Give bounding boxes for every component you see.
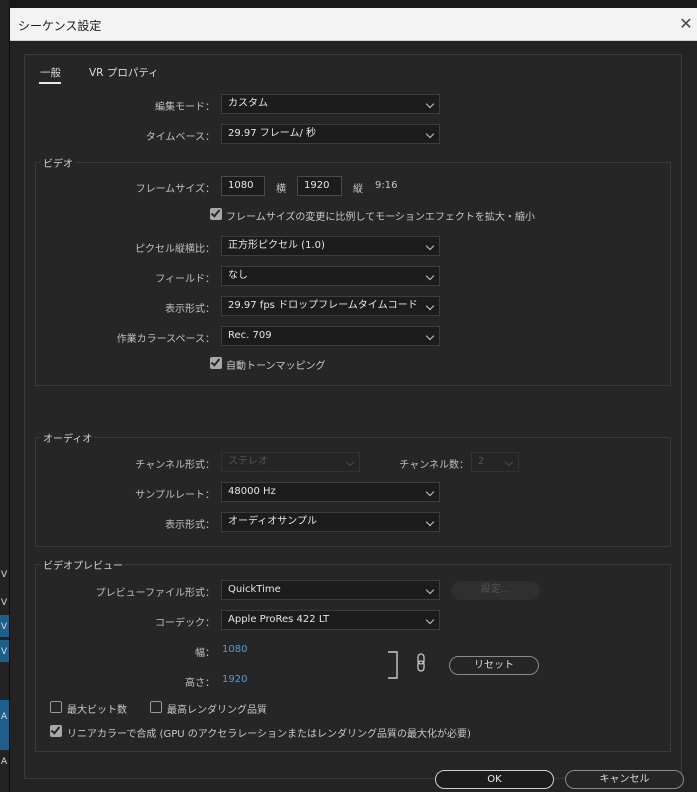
preview-height-value[interactable]: 1920 (222, 674, 247, 685)
sample-rate-value: 48000 Hz (228, 486, 276, 497)
chevron-down-icon (425, 585, 435, 595)
tab-general[interactable]: 一般 (40, 65, 61, 80)
chain-link-icon[interactable] (415, 653, 427, 673)
scale-motion-checkbox[interactable] (210, 208, 222, 220)
channel-format-dropdown[interactable]: ステレオ (221, 452, 360, 472)
cancel-button[interactable]: キャンセル (565, 770, 684, 789)
channel-format-value: ステレオ (228, 456, 268, 467)
ok-button[interactable]: OK (435, 770, 554, 789)
chevron-down-icon (425, 99, 435, 109)
linear-color-label: リニアカラーで合成 (GPU のアクセラレーションまたはレンダリング品質の最大化… (67, 729, 471, 740)
sample-rate-label: サンプルレート： (135, 490, 215, 501)
linear-color-checkbox[interactable] (50, 725, 62, 737)
edit-mode-dropdown[interactable]: カスタム (221, 94, 440, 114)
aspect-ratio-text: 9:16 (375, 180, 398, 191)
color-space-dropdown[interactable]: Rec. 709 (221, 326, 440, 346)
preview-format-label: プレビューファイル形式： (95, 588, 215, 599)
tone-mapping-label: 自動トーンマッピング (226, 361, 326, 372)
background-label: A (1, 757, 8, 767)
fields-label: フィールド： (155, 274, 215, 285)
channel-count-dropdown[interactable]: 2 (471, 452, 519, 472)
frame-width-input[interactable]: 1080 (221, 176, 265, 196)
video-group-label: ビデオ (41, 155, 75, 170)
frame-size-label: フレームサイズ： (135, 184, 215, 195)
audio-display-format-label: 表示形式： (165, 520, 215, 531)
audio-group-label: オーディオ (41, 430, 95, 445)
timebase-dropdown[interactable]: 29.97 フレーム/ 秒 (221, 124, 440, 144)
color-space-label: 作業カラースペース： (116, 334, 215, 345)
channel-format-label: チャンネル形式： (135, 460, 215, 471)
active-tab-indicator (39, 82, 61, 84)
max-render-quality-label: 最高レンダリング品質 (167, 705, 267, 716)
video-preview-group-label: ビデオプレビュー (41, 557, 125, 572)
chevron-down-icon (345, 457, 355, 467)
video-display-format-value: 29.97 fps ドロップフレームタイムコード (228, 300, 418, 311)
fields-dropdown[interactable]: なし (221, 266, 440, 286)
chevron-down-icon (425, 271, 435, 281)
color-space-value: Rec. 709 (228, 330, 272, 341)
preview-width-label: 幅： (195, 648, 215, 659)
preview-format-dropdown[interactable]: QuickTime (221, 580, 440, 600)
tone-mapping-checkbox[interactable] (210, 357, 222, 369)
preview-settings-button[interactable]: 設定... (451, 581, 540, 600)
frame-width-unit: 横 (276, 184, 286, 195)
chevron-down-icon (425, 301, 435, 311)
chevron-down-icon (425, 517, 435, 527)
chevron-down-icon (425, 331, 435, 341)
background-label: V (1, 570, 8, 580)
tab-vr-properties[interactable]: VR プロパティ (89, 65, 159, 80)
background-label: V (1, 598, 8, 608)
chevron-down-icon (504, 457, 514, 467)
channel-count-label: チャンネル数： (399, 460, 469, 471)
reset-button[interactable]: リセット (449, 656, 539, 675)
preview-height-label: 高さ： (185, 678, 215, 689)
chevron-down-icon (425, 487, 435, 497)
chevron-down-icon (425, 129, 435, 139)
audio-display-format-dropdown[interactable]: オーディオサンプル (221, 512, 440, 532)
background-track (0, 700, 9, 750)
scale-motion-label: フレームサイズの変更に比例してモーションエフェクトを拡大・縮小 (226, 212, 535, 223)
close-icon[interactable]: ✕ (676, 14, 696, 34)
chevron-down-icon (425, 241, 435, 251)
background-label: V (1, 647, 8, 657)
timebase-label: タイムベース： (145, 132, 215, 143)
settings-panel: 一般 VR プロパティ 編集モード： カスタム タイムベース： 29.97 フレ… (24, 54, 682, 779)
edit-mode-label: 編集モード： (155, 102, 215, 113)
pixel-aspect-dropdown[interactable]: 正方形ピクセル (1.0) (221, 236, 440, 256)
video-display-format-dropdown[interactable]: 29.97 fps ドロップフレームタイムコード (221, 296, 440, 316)
codec-dropdown[interactable]: Apple ProRes 422 LT (221, 610, 440, 630)
background-label: V (1, 622, 8, 632)
max-render-quality-checkbox[interactable] (150, 701, 162, 713)
preview-width-value[interactable]: 1080 (222, 644, 247, 655)
chevron-down-icon (425, 615, 435, 625)
title-bar: シーケンス設定 ✕ (10, 8, 697, 41)
timebase-value: 29.97 フレーム/ 秒 (228, 128, 317, 139)
channel-count-value: 2 (478, 456, 485, 467)
sample-rate-dropdown[interactable]: 48000 Hz (221, 482, 440, 502)
pixel-aspect-value: 正方形ピクセル (1.0) (228, 240, 325, 251)
pixel-aspect-label: ピクセル縦横比： (135, 244, 215, 255)
preview-format-value: QuickTime (228, 584, 281, 595)
background-app-strip (0, 0, 9, 792)
codec-label: コーデック： (155, 618, 215, 629)
link-bracket-icon (388, 651, 398, 679)
audio-display-format-value: オーディオサンプル (228, 516, 317, 527)
codec-value: Apple ProRes 422 LT (228, 614, 330, 625)
max-bit-depth-checkbox[interactable] (50, 701, 62, 713)
edit-mode-value: カスタム (228, 98, 268, 109)
max-bit-depth-label: 最大ビット数 (67, 705, 127, 716)
sequence-settings-dialog: シーケンス設定 ✕ 一般 VR プロパティ 編集モード： カスタム タイムベース… (9, 8, 697, 792)
frame-height-input[interactable]: 1920 (297, 176, 342, 196)
dialog-title: シーケンス設定 (18, 19, 102, 33)
fields-value: なし (228, 270, 248, 281)
frame-height-unit: 縦 (353, 184, 363, 195)
background-label: A (1, 712, 8, 722)
video-display-format-label: 表示形式： (165, 304, 215, 315)
